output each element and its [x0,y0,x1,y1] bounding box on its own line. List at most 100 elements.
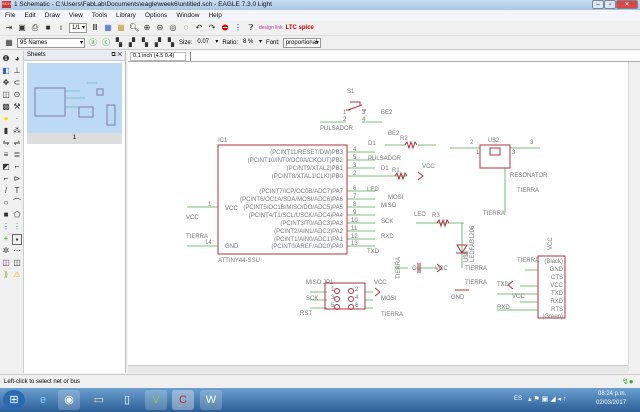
move-icon[interactable]: ✥ [1,78,11,89]
sheet-select[interactable]: 1/1 [69,23,87,33]
align-icon[interactable]: ⓐ [88,38,98,48]
zoom-redraw-icon[interactable]: ◎ [168,23,178,33]
rect-icon[interactable]: ■ [1,210,11,221]
menu-help[interactable]: Help [208,12,221,19]
sheet-item-1[interactable]: 1 [27,133,122,144]
menu-tools[interactable]: Tools [92,12,107,19]
font-select[interactable]: proportional [282,37,321,48]
sheet-thumbnail[interactable] [27,63,122,133]
name-icon[interactable]: ≡ [1,150,11,161]
net-icon[interactable]: ⋮ [12,222,22,233]
text-align-icon[interactable]: ▚ [166,38,176,48]
text-align-icon[interactable]: ▞ [127,38,137,48]
label-icon[interactable]: ▪ [12,234,22,245]
menu-draw[interactable]: Draw [45,12,60,19]
open-icon[interactable]: ⇥ [4,23,14,33]
command-input[interactable] [190,52,630,61]
vertical-scrollbar[interactable] [628,62,640,371]
add-icon[interactable]: ▮ [1,126,11,137]
save-icon[interactable]: ▣ [17,23,27,33]
menu-library[interactable]: Library [116,12,136,19]
text-align-icon[interactable]: ▚ [140,38,150,48]
circle-icon[interactable]: ○ [1,198,11,209]
minimize-button[interactable]: – [592,0,604,9]
delete-icon[interactable]: · [12,114,22,125]
ltc-spice-button[interactable]: LTC spice [286,25,314,31]
smash-icon[interactable]: ◩ [1,162,11,173]
menu-edit[interactable]: Edit [24,12,35,19]
bus-icon[interactable]: ⋮ [1,222,11,233]
copy-icon[interactable]: ⊂ [12,78,22,89]
warning-icon[interactable]: ⚠ [12,270,22,281]
undo-icon[interactable]: ↶ [194,23,204,33]
split-icon[interactable]: ⌐ [1,174,11,185]
corel-icon[interactable]: V [145,390,167,410]
wire-icon[interactable]: / [1,186,11,197]
miter-icon[interactable]: ⌐ [12,162,22,173]
erc-icon[interactable]: ⟫ [1,270,11,281]
close-button[interactable]: ✕ [616,0,638,9]
invoke-icon[interactable]: ⊳ [12,174,22,185]
stop-icon[interactable]: ⛔︎ [220,23,230,33]
gateswap-icon[interactable]: ⇌ [12,138,22,149]
info-icon[interactable]: ❶ [1,54,11,65]
help-icon[interactable]: ❓︎ [246,23,256,33]
schematic-icon[interactable]: ▦ [116,23,126,33]
ratio-select[interactable]: 8 % [241,38,263,48]
polygon-icon[interactable]: ⬠ [12,210,22,221]
frame-icon[interactable]: ◫ [1,258,11,269]
frame2-icon[interactable]: ◫ [12,258,22,269]
zoom-select-icon[interactable]: ◌ [181,23,191,33]
paste-icon[interactable]: ● [1,114,11,125]
ie-icon[interactable]: e [32,390,54,410]
design-link-button[interactable]: design link [259,25,283,31]
zoom-out-icon[interactable]: ⊖ [155,23,165,33]
arc-icon[interactable]: ⌒ [12,198,22,209]
print-icon[interactable]: ⎙ [30,23,40,33]
clock-date[interactable]: 02/03/2017 [596,400,626,406]
display-icon[interactable]: ◧ [1,66,11,77]
cam-icon[interactable]: ■ [43,23,53,33]
text-align-icon[interactable]: ▚ [114,38,124,48]
dimension-icon[interactable]: ⋯ [12,246,22,257]
board-icon[interactable]: ▦ [103,23,113,33]
text-align-icon[interactable]: ▞ [153,38,163,48]
redo-icon[interactable]: ↷ [207,23,217,33]
size-select[interactable]: 0.07 [195,38,219,48]
eagle-icon[interactable]: C [172,390,194,410]
word-icon[interactable]: W [200,390,222,410]
tray-icons[interactable]: ▴ ⚑ ▣ ◢ ◂ ↑ [528,395,567,403]
panel-close-icon[interactable]: ⧉ ✕ [111,52,122,59]
chrome-icon[interactable]: ◉ [58,390,80,410]
horizontal-scrollbar[interactable] [128,365,628,373]
menu-window[interactable]: Window [176,12,199,19]
go-icon[interactable]: ⋮ [233,23,243,33]
layer-select[interactable]: 95 Names [17,37,85,48]
replace-icon[interactable]: ⇋ [1,138,11,149]
attribute-icon[interactable]: ✲ [1,246,11,257]
junction-icon[interactable]: + [1,234,11,245]
change-icon[interactable]: ⚒ [12,102,22,113]
menu-view[interactable]: View [69,12,83,19]
text-icon[interactable]: T [12,186,22,197]
show-icon[interactable]: ◕ [12,54,22,65]
clock-time[interactable]: 08:24 p.m. [598,391,626,397]
file-icon[interactable]: ▯ [116,390,138,410]
layers-icon[interactable]: Ⅲ [90,23,100,33]
mark-icon[interactable]: ⊥ [12,66,22,77]
menu-options[interactable]: Options [145,12,167,19]
menu-file[interactable]: File [5,12,15,19]
schematic-canvas[interactable] [128,62,628,371]
restore-button[interactable]: ▫ [604,0,616,9]
mirror-icon[interactable]: ◫ [1,90,11,101]
zoom-fit-icon[interactable]: 🔍︎ [129,23,139,33]
value-icon[interactable]: ≣ [12,150,22,161]
grid-icon[interactable]: ▦ [4,38,14,48]
align2-icon[interactable]: ⓒ [101,38,111,48]
group-icon[interactable]: ▩ [1,102,11,113]
explorer-icon[interactable]: ▭ [88,390,110,410]
rotate-icon[interactable]: ⊙ [12,90,22,101]
pinswap-icon[interactable]: ⁂ [12,126,22,137]
sheet-icon[interactable]: ı [56,23,66,33]
start-button[interactable]: ⊞ [3,390,25,410]
